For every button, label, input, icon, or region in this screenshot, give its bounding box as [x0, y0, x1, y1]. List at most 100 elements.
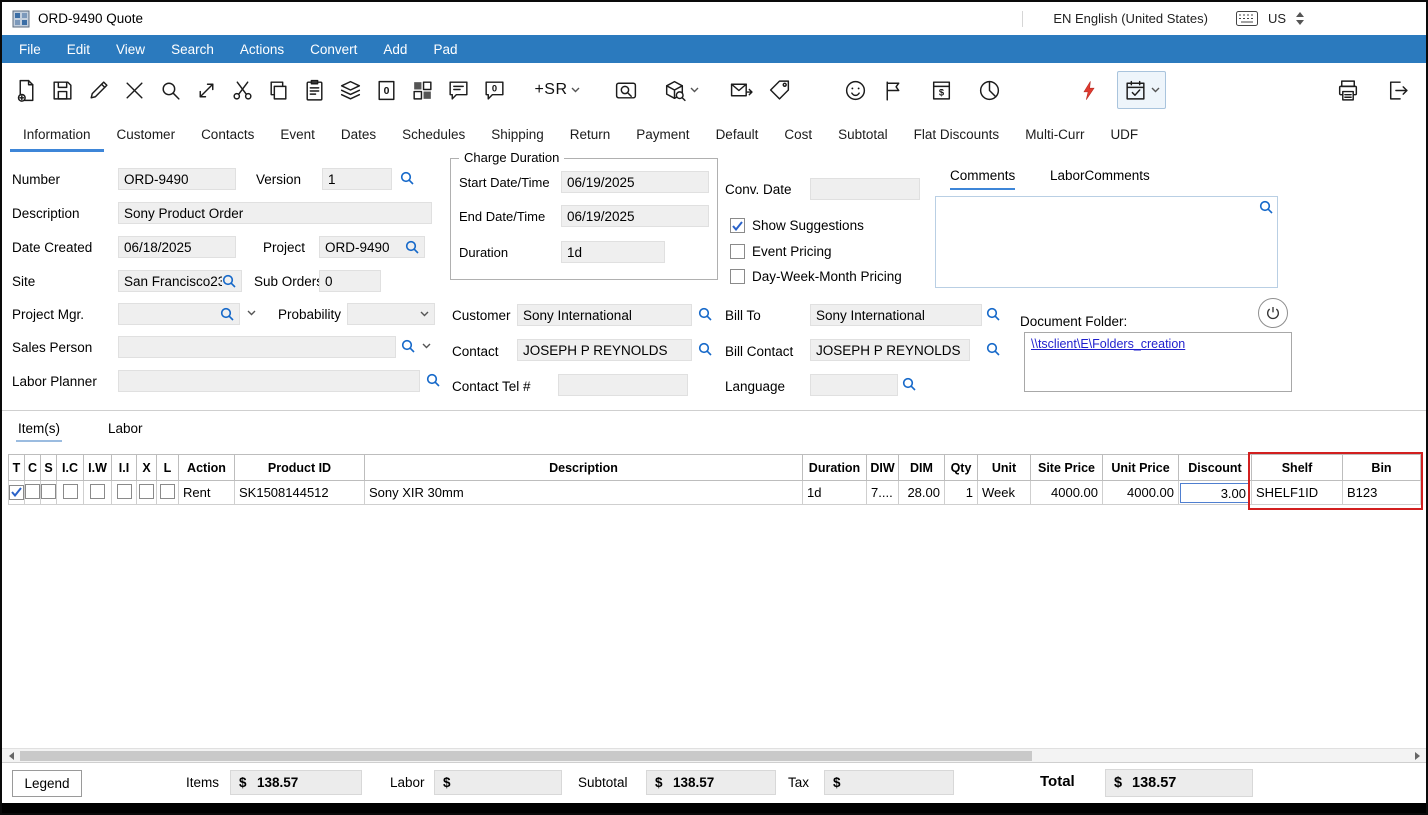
- customer-input[interactable]: [517, 304, 692, 326]
- lightning-button[interactable]: [1071, 71, 1107, 109]
- scroll-left-button[interactable]: [4, 751, 18, 761]
- number-input[interactable]: [118, 168, 236, 190]
- iw-checkbox[interactable]: [90, 484, 105, 499]
- tab-default[interactable]: Default: [703, 119, 772, 152]
- sales-person-search-icon[interactable]: [401, 339, 415, 353]
- save-button[interactable]: [44, 71, 80, 109]
- description-input[interactable]: [118, 202, 432, 224]
- scrollbar-thumb[interactable]: [20, 751, 1032, 761]
- chevron-down-icon[interactable]: [571, 87, 580, 93]
- tab-items[interactable]: Item(s): [16, 417, 62, 442]
- exit-button[interactable]: [1380, 71, 1416, 109]
- col-bin[interactable]: Bin: [1343, 455, 1421, 481]
- comments-search-icon[interactable]: [1259, 200, 1273, 214]
- tab-labor-comments[interactable]: LaborComments: [1050, 168, 1150, 190]
- cell-site-price[interactable]: 4000.00: [1031, 481, 1103, 505]
- probability-dropdown-icon[interactable]: [420, 311, 429, 317]
- tab-udf[interactable]: UDF: [1097, 119, 1151, 152]
- tag-button[interactable]: [761, 71, 797, 109]
- tab-payment[interactable]: Payment: [623, 119, 702, 152]
- cell-dim[interactable]: 28.00: [899, 481, 945, 505]
- labor-planner-input[interactable]: [118, 370, 420, 392]
- copy-button[interactable]: [260, 71, 296, 109]
- event-pricing-checkbox[interactable]: [730, 244, 745, 259]
- customer-search-icon[interactable]: [698, 307, 712, 321]
- cell-diw[interactable]: 7....: [867, 481, 899, 505]
- bill-contact-input[interactable]: [810, 339, 970, 361]
- col-dim[interactable]: DIM: [899, 455, 945, 481]
- cell-action[interactable]: Rent: [179, 481, 235, 505]
- show-suggestions-checkbox[interactable]: [730, 218, 745, 233]
- project-mgr-dropdown-icon[interactable]: [247, 310, 256, 316]
- sub-orders-input[interactable]: [319, 270, 381, 292]
- sales-person-dropdown-icon[interactable]: [422, 343, 431, 349]
- tab-multi-curr[interactable]: Multi-Curr: [1012, 119, 1097, 152]
- col-diw[interactable]: DIW: [867, 455, 899, 481]
- tab-customer[interactable]: Customer: [104, 119, 189, 152]
- keyboard-icon[interactable]: [1236, 11, 1258, 26]
- col-qty[interactable]: Qty: [945, 455, 978, 481]
- tab-event[interactable]: Event: [267, 119, 328, 152]
- col-description[interactable]: Description: [365, 455, 803, 481]
- contact-input[interactable]: [517, 339, 692, 361]
- col-duration[interactable]: Duration: [803, 455, 867, 481]
- cell-bin[interactable]: B123: [1343, 481, 1421, 505]
- version-search-icon[interactable]: [400, 171, 414, 185]
- day-week-month-pricing-option[interactable]: Day-Week-Month Pricing: [730, 269, 902, 284]
- tab-labor[interactable]: Labor: [106, 417, 145, 442]
- cell-unit[interactable]: Week: [978, 481, 1031, 505]
- col-shelf[interactable]: Shelf: [1252, 455, 1343, 481]
- tab-dates[interactable]: Dates: [328, 119, 389, 152]
- add-sr-button[interactable]: +SR: [528, 71, 586, 109]
- scroll-right-button[interactable]: [1410, 751, 1424, 761]
- menu-edit[interactable]: Edit: [54, 35, 103, 63]
- chevron-down-icon[interactable]: [690, 87, 699, 93]
- ic-checkbox[interactable]: [63, 484, 78, 499]
- col-t[interactable]: T: [9, 455, 25, 481]
- tab-contacts[interactable]: Contacts: [188, 119, 267, 152]
- cell-description[interactable]: Sony XIR 30mm: [365, 481, 803, 505]
- menu-view[interactable]: View: [103, 35, 158, 63]
- flag-button[interactable]: [875, 71, 911, 109]
- print-button[interactable]: [1330, 71, 1366, 109]
- bill-to-input[interactable]: [810, 304, 982, 326]
- start-date-input[interactable]: [561, 171, 709, 193]
- project-field[interactable]: ORD-9490: [319, 236, 425, 258]
- s-checkbox[interactable]: [41, 484, 56, 499]
- keyboard-layout-label[interactable]: US: [1268, 11, 1286, 26]
- menu-file[interactable]: File: [6, 35, 54, 63]
- contact-tel-input[interactable]: [558, 374, 688, 396]
- menu-pad[interactable]: Pad: [420, 35, 470, 63]
- col-unit-price[interactable]: Unit Price: [1103, 455, 1179, 481]
- cell-qty[interactable]: 1: [945, 481, 978, 505]
- labor-planner-search-icon[interactable]: [426, 373, 440, 387]
- tab-return[interactable]: Return: [557, 119, 624, 152]
- paste-button[interactable]: [296, 71, 332, 109]
- col-c[interactable]: C: [25, 455, 41, 481]
- tab-schedules[interactable]: Schedules: [389, 119, 478, 152]
- tab-shipping[interactable]: Shipping: [478, 119, 557, 152]
- mail-forward-button[interactable]: [723, 71, 759, 109]
- find-window-button[interactable]: [608, 71, 644, 109]
- cell-duration[interactable]: 1d: [803, 481, 867, 505]
- col-ic[interactable]: I.C: [57, 455, 84, 481]
- language-indicator[interactable]: EN English (United States): [1053, 11, 1208, 26]
- document-zero-button[interactable]: 0: [368, 71, 404, 109]
- pie-clock-button[interactable]: [971, 71, 1007, 109]
- col-iw[interactable]: I.W: [84, 455, 112, 481]
- comment-zero-button[interactable]: 0: [476, 71, 512, 109]
- t-checkbox[interactable]: [9, 485, 24, 500]
- col-action[interactable]: Action: [179, 455, 235, 481]
- search-button[interactable]: [152, 71, 188, 109]
- smiley-button[interactable]: [837, 71, 873, 109]
- cut-button[interactable]: [224, 71, 260, 109]
- horizontal-scrollbar[interactable]: [2, 748, 1426, 762]
- col-l[interactable]: L: [157, 455, 179, 481]
- col-ii[interactable]: I.I: [112, 455, 137, 481]
- event-pricing-option[interactable]: Event Pricing: [730, 244, 832, 259]
- comment-button[interactable]: [440, 71, 476, 109]
- bill-contact-search-icon[interactable]: [986, 342, 1000, 356]
- col-unit[interactable]: Unit: [978, 455, 1031, 481]
- conv-date-input[interactable]: [810, 178, 920, 200]
- cell-product-id[interactable]: SK1508144512: [235, 481, 365, 505]
